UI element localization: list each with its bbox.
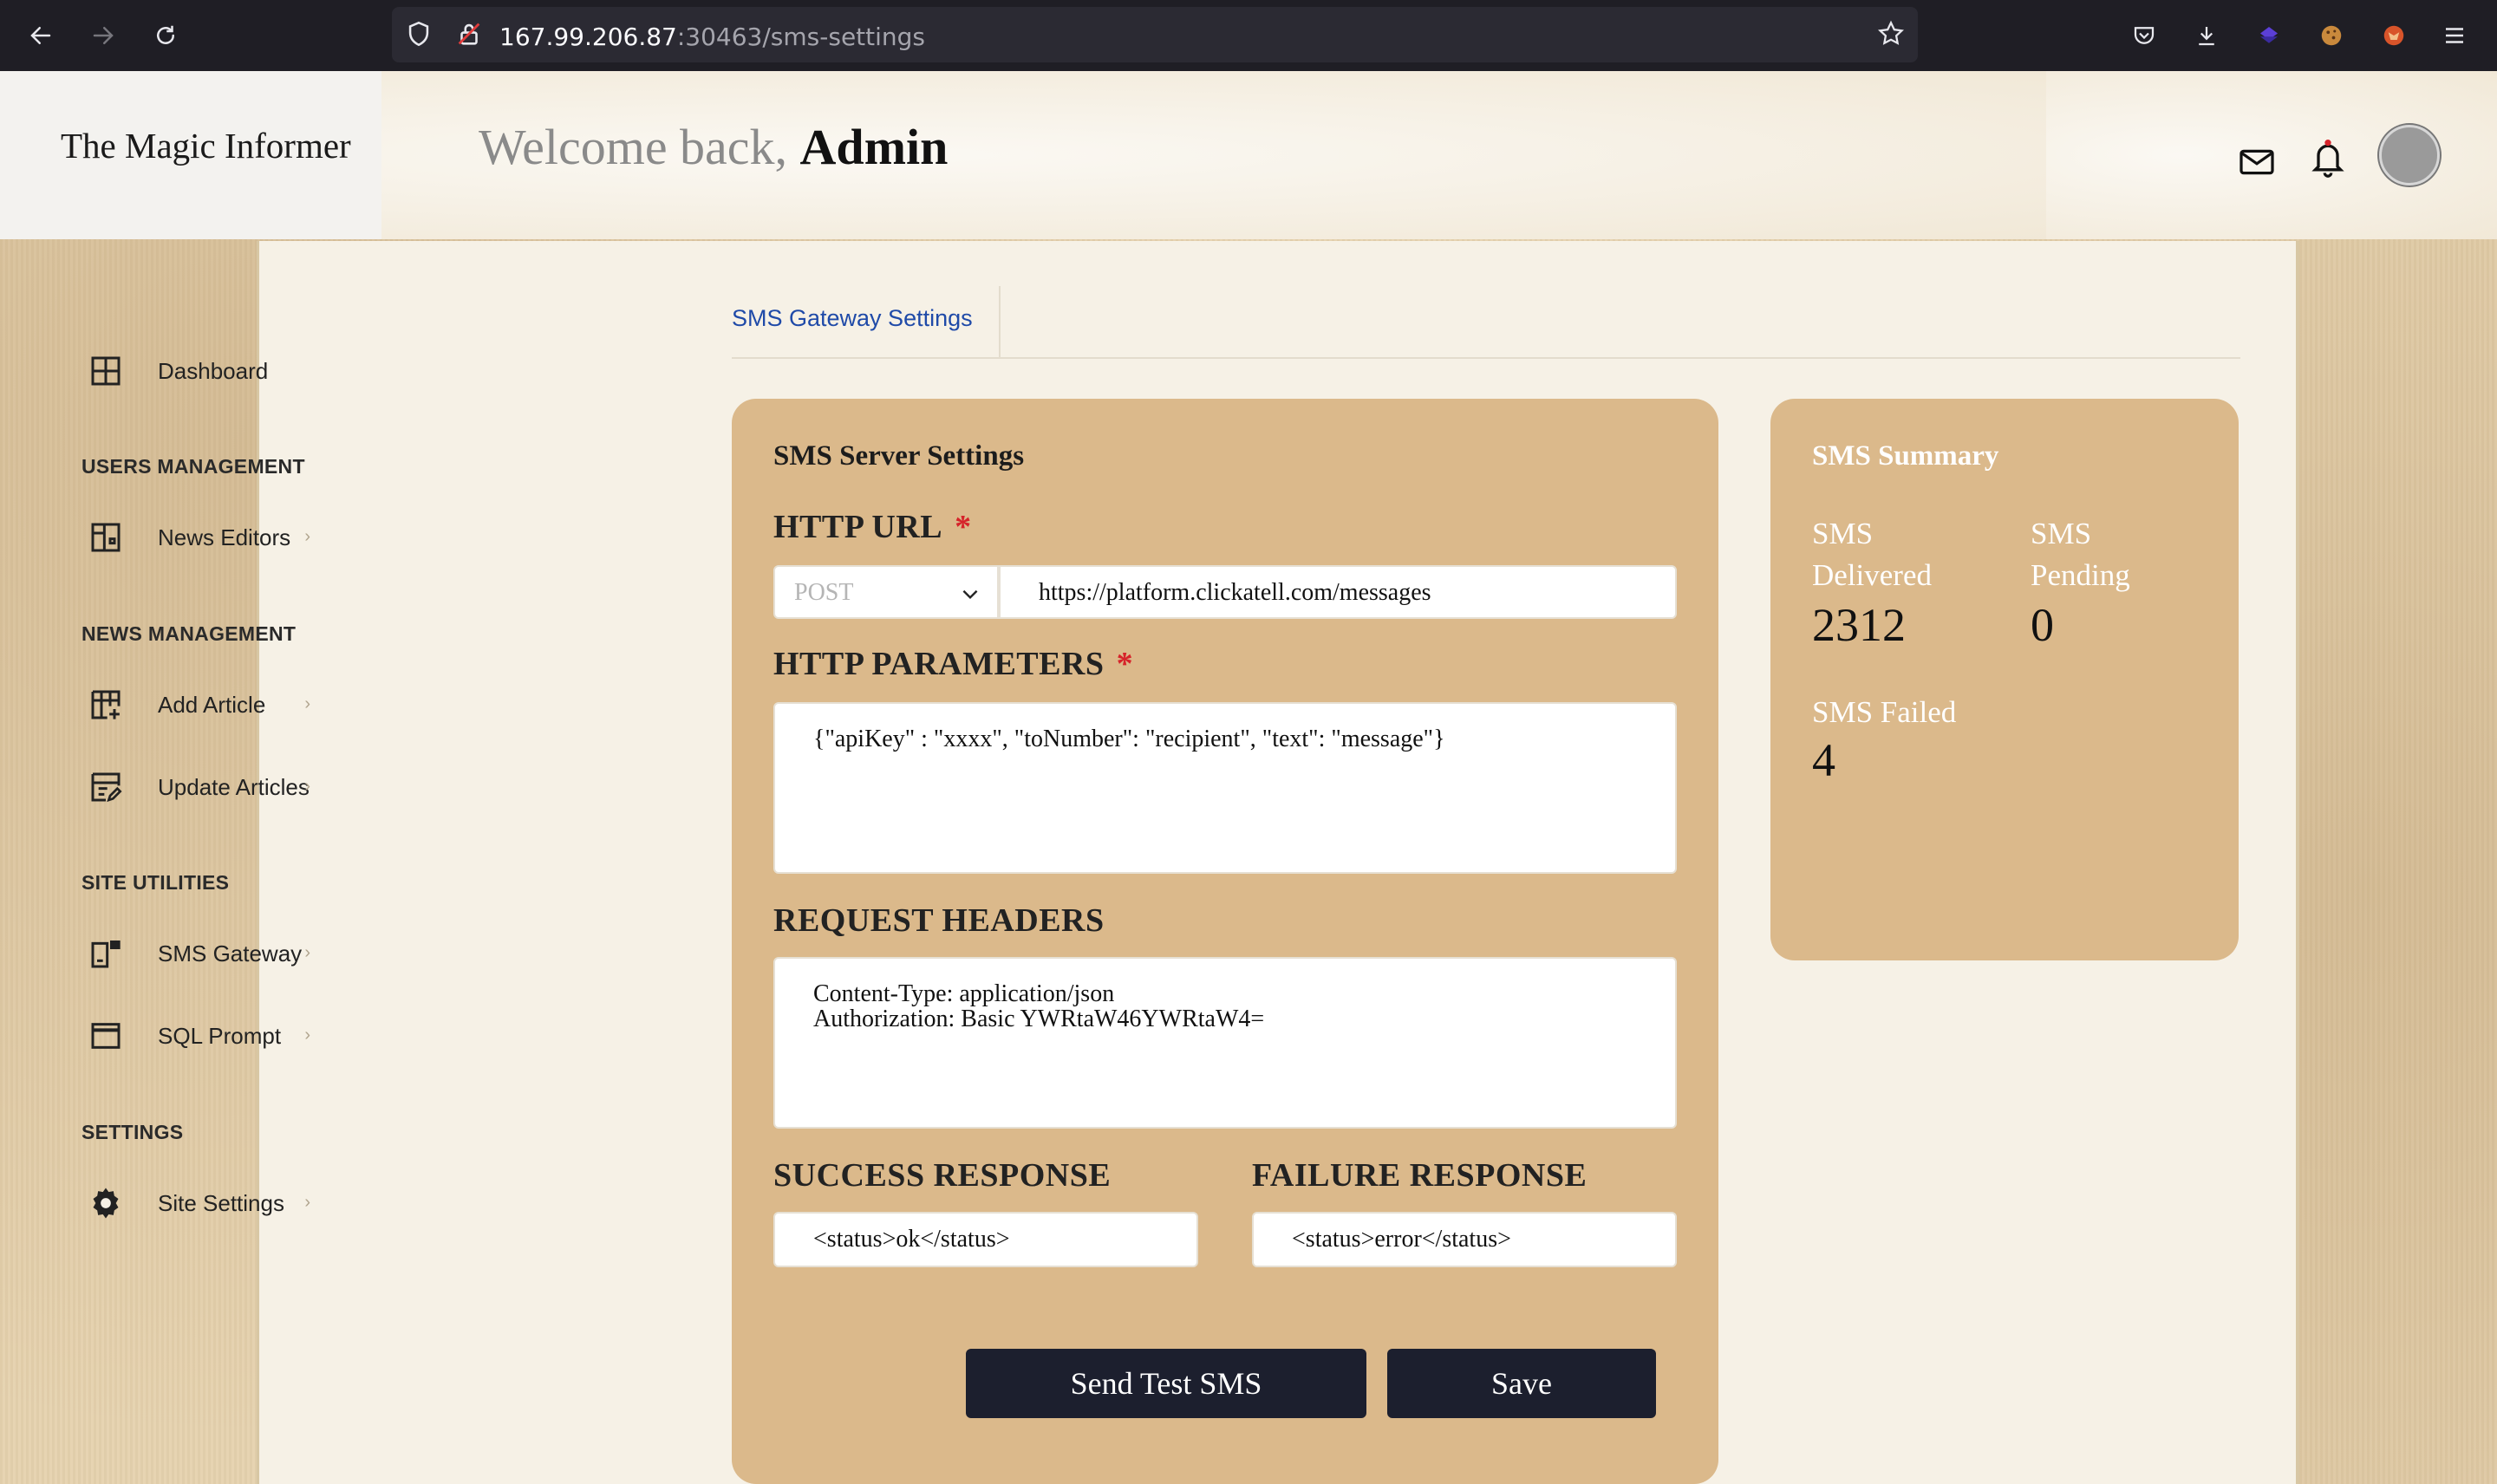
http-url-input[interactable]: https://platform.clickatell.com/messages — [999, 565, 1677, 619]
required-marker: * — [955, 509, 972, 545]
failure-response-label: FAILURE RESPONSE — [1252, 1157, 1588, 1194]
welcome-prefix: Welcome back, — [479, 119, 788, 175]
server-settings-title: SMS Server Settings — [773, 440, 1025, 472]
sms-summary-title: SMS Summary — [1812, 440, 1999, 472]
sms-failed-value: 4 — [1812, 734, 1835, 786]
success-response-label: SUCCESS RESPONSE — [773, 1157, 1112, 1194]
sidebar — [257, 241, 642, 1484]
chevron-down-icon — [959, 583, 981, 609]
required-marker: * — [1116, 646, 1134, 682]
cookie-extension-icon[interactable] — [2313, 17, 2350, 54]
welcome-user: Admin — [799, 119, 949, 175]
failure-response-input[interactable]: <status>error</status> — [1252, 1212, 1677, 1267]
section-settings: SETTINGS — [81, 1121, 184, 1143]
sms-summary-card — [1770, 399, 2239, 960]
sms-failed-label: SMS Failed — [1812, 695, 1957, 729]
sidebar-item-label: News Editors — [158, 524, 291, 550]
send-test-sms-button[interactable]: Send Test SMS — [966, 1349, 1366, 1418]
request-headers-value: Content-Type: application/json Authoriza… — [813, 980, 1265, 1032]
edit-article-icon — [87, 768, 125, 806]
http-params-textarea[interactable]: {"apiKey" : "xxxx", "toNumber": "recipie… — [773, 702, 1677, 874]
extension-icon[interactable] — [2251, 17, 2287, 54]
sms-server-settings-card — [732, 399, 1718, 1484]
terminal-window-icon — [87, 1017, 125, 1055]
sidebar-item-sql-prompt[interactable]: SQL Prompt › — [87, 1012, 347, 1060]
pocket-icon[interactable] — [2126, 17, 2162, 54]
request-headers-textarea[interactable]: Content-Type: application/json Authoriza… — [773, 957, 1677, 1129]
editors-icon — [87, 518, 125, 556]
sms-delivered-value: 2312 — [1812, 599, 1906, 651]
tab-sms-gateway-settings[interactable]: SMS Gateway Settings — [732, 286, 1001, 357]
reload-icon[interactable] — [147, 17, 184, 54]
chevron-right-icon: › — [304, 777, 310, 796]
bookmark-star-icon[interactable] — [1876, 19, 1906, 53]
url-text[interactable]: 167.99.206.87:30463/sms-settings — [499, 23, 925, 51]
chevron-right-icon: › — [304, 1193, 310, 1212]
section-news-management: NEWS MANAGEMENT — [81, 622, 297, 645]
avatar[interactable] — [2379, 125, 2440, 186]
sidebar-item-site-settings[interactable]: Site Settings › — [87, 1179, 347, 1227]
sidebar-item-label: Add Article — [158, 691, 266, 718]
failure-response-value: <status>error</status> — [1292, 1226, 1511, 1253]
sidebar-item-add-article[interactable]: Add Article › — [87, 680, 347, 729]
sidebar-item-sms-gateway[interactable]: SMS Gateway › — [87, 929, 347, 978]
url-host: 167.99.206.87 — [499, 23, 677, 51]
http-url-label: HTTP URL * — [773, 508, 972, 546]
http-params-label-text: HTTP PARAMETERS — [773, 646, 1105, 682]
tab-bar: SMS Gateway Settings — [732, 286, 2240, 359]
foxyproxy-icon[interactable] — [2376, 17, 2412, 54]
save-button[interactable]: Save — [1387, 1349, 1656, 1418]
sidebar-item-update-articles[interactable]: Update Articles › — [87, 763, 347, 811]
welcome-message: Welcome back, Admin — [479, 118, 948, 176]
sidebar-item-label: Dashboard — [158, 357, 269, 384]
section-users-management: USERS MANAGEMENT — [81, 455, 305, 478]
mail-icon[interactable] — [2237, 144, 2277, 180]
browser-toolbar: 167.99.206.87:30463/sms-settings — [0, 0, 2497, 71]
shield-icon[interactable] — [404, 19, 434, 53]
chevron-right-icon: › — [304, 527, 310, 546]
chevron-right-icon: › — [304, 694, 310, 713]
sidebar-item-label: SMS Gateway — [158, 940, 303, 967]
http-url-label-text: HTTP URL — [773, 509, 943, 545]
menu-icon[interactable] — [2436, 17, 2473, 54]
sms-gateway-icon — [87, 934, 125, 973]
sidebar-item-label: Update Articles — [158, 773, 310, 800]
address-bar[interactable]: 167.99.206.87:30463/sms-settings — [392, 7, 1918, 62]
gear-icon — [87, 1184, 125, 1222]
sidebar-item-label: Site Settings — [158, 1189, 284, 1216]
sms-pending-value: 0 — [2031, 599, 2054, 651]
forward-icon[interactable] — [85, 17, 121, 54]
add-article-icon — [87, 686, 125, 724]
success-response-input[interactable]: <status>ok</status> — [773, 1212, 1198, 1267]
dashboard-icon — [87, 352, 125, 390]
sidebar-item-dashboard[interactable]: Dashboard — [87, 347, 347, 395]
insecure-lock-icon[interactable] — [454, 19, 484, 53]
brand-panel: The Magic Informer — [0, 71, 383, 239]
http-params-value: {"apiKey" : "xxxx", "toNumber": "recipie… — [813, 726, 1445, 752]
brand-title[interactable]: The Magic Informer — [61, 125, 351, 166]
back-icon[interactable] — [23, 17, 59, 54]
http-params-label: HTTP PARAMETERS * — [773, 645, 1133, 683]
http-method-value: POST — [794, 579, 854, 606]
http-method-select[interactable]: POST — [773, 565, 999, 619]
sidebar-item-label: SQL Prompt — [158, 1022, 282, 1049]
chevron-right-icon: › — [304, 943, 310, 962]
chevron-right-icon: › — [304, 1025, 310, 1045]
sms-pending-label: SMS Pending — [2031, 517, 2130, 592]
download-icon[interactable] — [2188, 17, 2225, 54]
sidebar-item-news-editors[interactable]: News Editors › — [87, 513, 347, 562]
http-url-value: https://platform.clickatell.com/messages — [1039, 579, 1431, 606]
request-headers-label: REQUEST HEADERS — [773, 902, 1105, 939]
sms-delivered-label: SMS Delivered — [1812, 517, 1932, 592]
success-response-value: <status>ok</status> — [813, 1226, 1010, 1253]
url-path: :30463/sms-settings — [676, 23, 926, 51]
notification-bell-icon[interactable] — [2308, 137, 2348, 180]
section-site-utilities: SITE UTILITIES — [81, 871, 230, 894]
